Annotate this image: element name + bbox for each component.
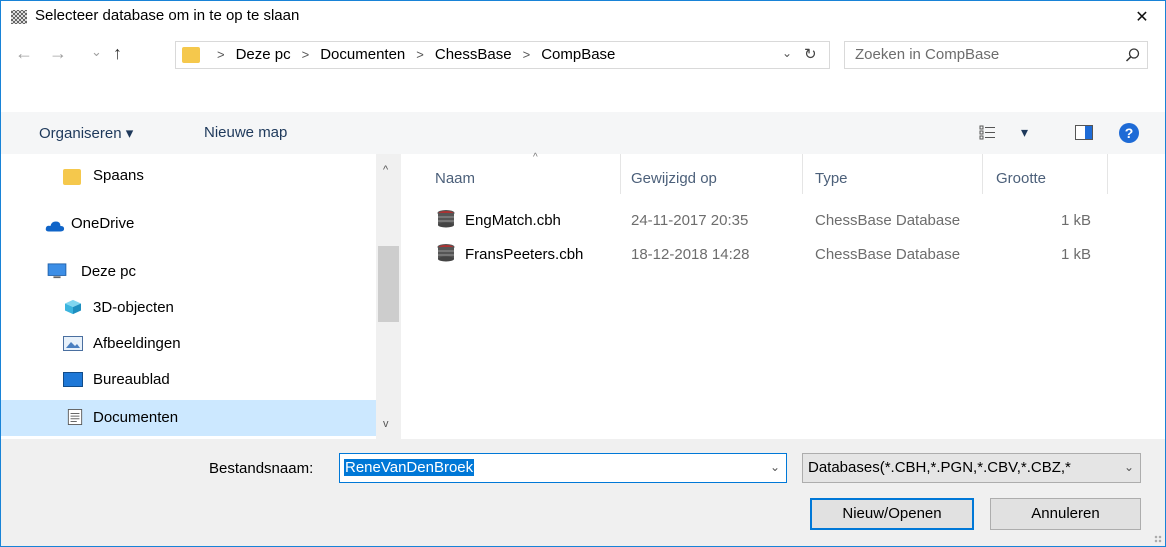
file-modified: 18-12-2018 14:28 <box>631 246 750 263</box>
file-name: EngMatch.cbh <box>465 212 561 229</box>
column-divider[interactable] <box>982 154 983 194</box>
scroll-down-button[interactable]: v <box>383 418 389 430</box>
breadcrumb-separator: > <box>217 47 225 62</box>
dialog-title: Selecteer database om in te op te slaan <box>35 7 300 24</box>
database-icon <box>437 210 455 228</box>
tree-item-label: OneDrive <box>71 215 135 232</box>
tree-item-spaans[interactable]: Spaans <box>1 158 376 194</box>
file-size: 1 kB <box>1061 246 1092 263</box>
help-button[interactable]: ? <box>1119 123 1139 143</box>
save-dialog: Selecteer database om in te op te slaan … <box>0 0 1166 547</box>
back-button[interactable]: ← <box>15 44 33 62</box>
open-button[interactable]: Nieuw/Openen <box>810 498 974 530</box>
column-header-modified[interactable]: Gewijzigd op <box>631 170 717 187</box>
breadcrumb-documenten[interactable]: Documenten <box>320 46 405 63</box>
resize-grip[interactable] <box>1154 535 1162 543</box>
tree-item-documenten[interactable]: Documenten <box>1 400 376 436</box>
file-type: ChessBase Database <box>815 212 961 229</box>
breadcrumb-separator[interactable]: > <box>416 47 424 62</box>
breadcrumb-chessbase[interactable]: ChessBase <box>435 46 512 63</box>
column-divider[interactable] <box>802 154 803 194</box>
tree-item-deze-pc[interactable]: Deze pc <box>1 254 376 290</box>
search-icon[interactable] <box>1125 47 1141 63</box>
breadcrumb-compbase[interactable]: CompBase <box>541 46 615 63</box>
onedrive-icon <box>45 221 65 232</box>
chevron-down-icon: ⌄ <box>1123 460 1134 474</box>
forward-button[interactable]: → <box>49 44 67 62</box>
search-placeholder: Zoeken in CompBase <box>855 46 1000 63</box>
file-modified: 24-11-2017 20:35 <box>631 212 749 229</box>
file-type: ChessBase Database <box>815 246 961 263</box>
tree-item-bureaublad[interactable]: Bureaublad <box>1 362 376 398</box>
address-dropdown-button[interactable]: ⌄ <box>782 46 798 64</box>
tree-item-onedrive[interactable]: OneDrive <box>1 206 376 242</box>
address-bar[interactable]: > Deze pc > Documenten > ChessBase > Com… <box>175 41 830 69</box>
tree-item-label: 3D-objecten <box>93 299 174 316</box>
cube-icon <box>65 299 81 315</box>
app-icon <box>11 10 27 24</box>
desktop-icon <box>63 372 83 387</box>
breadcrumb: > Deze pc > Documenten > ChessBase > Com… <box>206 46 615 63</box>
file-row[interactable]: FransPeeters.cbh 18-12-2018 14:28 ChessB… <box>431 242 1121 266</box>
file-name: FransPeeters.cbh <box>465 246 584 263</box>
folder-icon <box>63 169 81 185</box>
file-size: 1 kB <box>1061 212 1092 229</box>
tree-item-afbeeldingen[interactable]: Afbeeldingen <box>1 326 376 362</box>
scrollbar-thumb[interactable] <box>378 246 399 322</box>
scroll-up-button[interactable]: ^ <box>383 164 388 176</box>
dialog-footer: Bestandsnaam: ReneVanDenBroek ⌄ Database… <box>1 439 1165 546</box>
tree-item-label: Documenten <box>93 409 179 426</box>
pictures-icon <box>63 336 83 351</box>
filename-input[interactable]: ReneVanDenBroek ⌄ <box>339 453 787 483</box>
new-folder-button[interactable]: Nieuwe map <box>204 124 287 141</box>
filename-value[interactable]: ReneVanDenBroek <box>344 459 475 476</box>
navigation-bar: ← → ⌄ ↑ > Deze pc > Documenten > ChessBa… <box>1 37 1165 71</box>
computer-icon <box>47 263 67 279</box>
tree-item-label: Bureaublad <box>93 371 170 388</box>
close-icon: ✕ <box>1135 9 1149 26</box>
preview-pane-icon <box>1075 125 1093 140</box>
filename-label: Bestandsnaam: <box>209 460 314 477</box>
close-button[interactable]: ✕ <box>1119 1 1165 33</box>
view-details-icon <box>979 125 995 140</box>
documents-icon <box>67 409 83 425</box>
tree-scrollbar[interactable]: ^ v <box>376 154 401 439</box>
tree-item-label: Spaans <box>93 167 144 184</box>
tree-item-label: Afbeeldingen <box>93 335 181 352</box>
column-header-size[interactable]: Grootte <box>996 170 1046 187</box>
command-bar: Organiseren ▾ Nieuwe map ▾ ? <box>1 114 1165 154</box>
column-divider[interactable] <box>620 154 621 194</box>
refresh-button[interactable]: ↻ <box>804 45 822 63</box>
breadcrumb-separator[interactable]: > <box>523 47 531 62</box>
file-type-value: Databases(*.CBH,*.PGN,*.CBV,*.CBZ,* <box>808 459 1071 476</box>
sort-ascending-icon: ^ <box>533 152 538 163</box>
navigation-pane: Spaans OneDrive Deze pc 3D-objecten Afbe… <box>1 154 401 439</box>
folder-icon <box>182 47 200 63</box>
column-divider[interactable] <box>1107 154 1108 194</box>
database-icon <box>437 244 455 262</box>
tree-item-3d-objecten[interactable]: 3D-objecten <box>1 290 376 326</box>
organize-button[interactable]: Organiseren ▾ <box>39 124 133 142</box>
column-header-name[interactable]: ^ Naam <box>421 152 619 194</box>
file-type-select[interactable]: Databases(*.CBH,*.PGN,*.CBV,*.CBZ,* ⌄ <box>802 453 1141 483</box>
breadcrumb-deze-pc[interactable]: Deze pc <box>236 46 291 63</box>
search-input[interactable]: Zoeken in CompBase <box>844 41 1148 69</box>
up-button[interactable]: ↑ <box>113 44 122 62</box>
column-header-label: Naam <box>435 170 476 187</box>
file-row[interactable]: EngMatch.cbh 24-11-2017 20:35 ChessBase … <box>431 208 1121 232</box>
breadcrumb-separator[interactable]: > <box>302 47 310 62</box>
chevron-down-icon: ▾ <box>1021 124 1029 140</box>
tree-item-label: Deze pc <box>81 263 137 280</box>
column-header-type[interactable]: Type <box>815 170 848 187</box>
recent-locations-button[interactable]: ⌄ <box>91 43 102 61</box>
file-list: ^ Naam Gewijzigd op Type Grootte EngMatc… <box>401 152 1165 439</box>
cancel-button[interactable]: Annuleren <box>990 498 1141 530</box>
filename-dropdown-button[interactable]: ⌄ <box>770 460 780 474</box>
title-bar: Selecteer database om in te op te slaan … <box>1 1 1165 33</box>
